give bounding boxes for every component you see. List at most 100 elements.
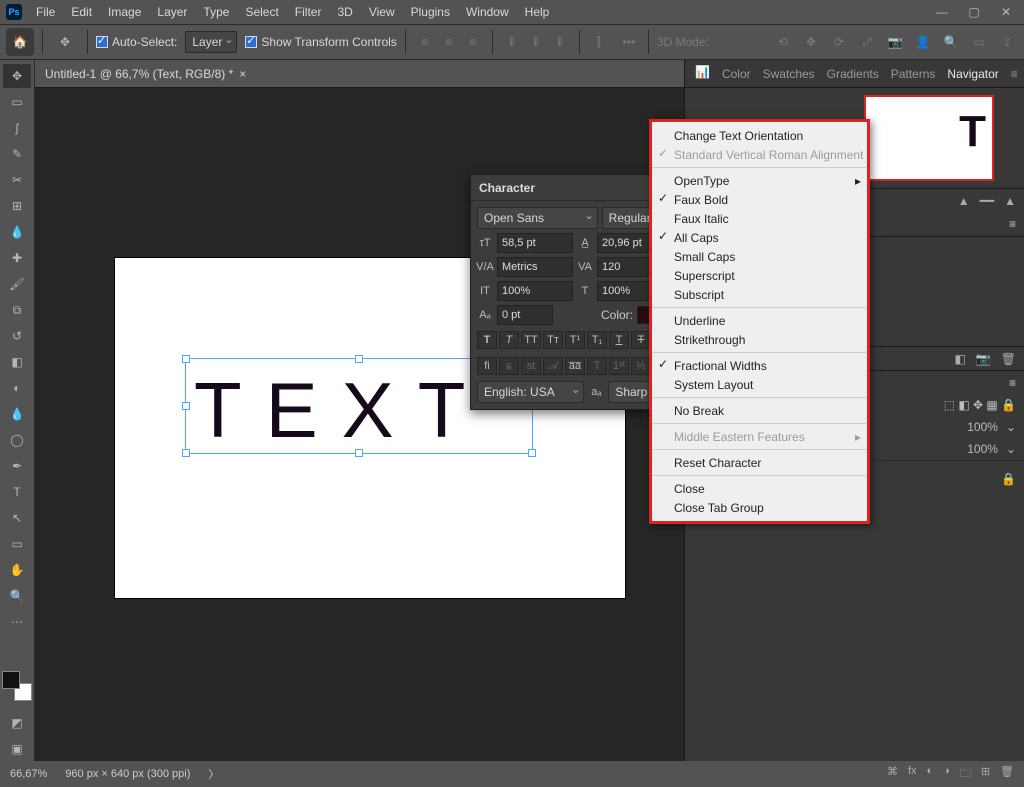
document-tab[interactable]: Untitled-1 @ 66,7% (Text, RGB/8) * × bbox=[35, 60, 256, 87]
menu-plugins[interactable]: Plugins bbox=[405, 3, 456, 21]
edit-toolbar[interactable]: ⋯ bbox=[3, 610, 31, 634]
flyout-item[interactable]: Superscript bbox=[652, 266, 867, 285]
healing-tool[interactable]: ✚ bbox=[3, 246, 31, 270]
distribute-vcenter-icon[interactable]: ⫴ bbox=[525, 31, 547, 53]
marquee-tool[interactable]: ▭ bbox=[3, 90, 31, 114]
distribute-top-icon[interactable]: ⫴ bbox=[501, 31, 523, 53]
pan-icon[interactable]: ✥ bbox=[800, 31, 822, 53]
lock-icon[interactable]: 🔒 bbox=[1001, 472, 1016, 486]
link-icon[interactable]: ⌘ bbox=[887, 765, 898, 784]
distribute-bottom-icon[interactable]: ⫴ bbox=[549, 31, 571, 53]
tab-swatches[interactable]: Swatches bbox=[763, 67, 815, 81]
dodge-tool[interactable]: ◯ bbox=[3, 428, 31, 452]
flyout-item[interactable]: ✓Fractional Widths bbox=[652, 356, 867, 375]
menu-image[interactable]: Image bbox=[102, 3, 147, 21]
flyout-item[interactable]: System Layout bbox=[652, 375, 867, 394]
zoom-out-icon[interactable]: ▲ bbox=[958, 194, 970, 208]
eyedropper-tool[interactable]: 💧 bbox=[3, 220, 31, 244]
show-transform-checkbox[interactable]: Show Transform Controls bbox=[245, 35, 396, 49]
stamp-tool[interactable]: ⧉ bbox=[3, 298, 31, 322]
ordinals-button[interactable]: 1ˢᵗ bbox=[609, 357, 629, 375]
foreground-color-swatch[interactable] bbox=[2, 671, 20, 689]
new-layer-icon[interactable]: ⊞ bbox=[981, 765, 990, 784]
align-right-icon[interactable]: ≡ bbox=[462, 31, 484, 53]
share-icon[interactable]: ⇪ bbox=[996, 31, 1018, 53]
flyout-item[interactable]: ✓All Caps bbox=[652, 228, 867, 247]
blur-tool[interactable]: 💧 bbox=[3, 402, 31, 426]
flyout-item[interactable]: Close Tab Group bbox=[652, 498, 867, 517]
camera-icon[interactable]: 📷 bbox=[976, 352, 991, 366]
menu-type[interactable]: Type bbox=[197, 3, 235, 21]
orbit-icon[interactable]: ⟲ bbox=[772, 31, 794, 53]
minimize-button[interactable]: — bbox=[930, 2, 954, 22]
transform-handle[interactable] bbox=[182, 402, 190, 410]
align-to-icon[interactable]: ⫿ bbox=[588, 31, 610, 53]
flyout-item[interactable]: ✓Faux Bold bbox=[652, 190, 867, 209]
adjustment-icon[interactable]: ◑ bbox=[943, 765, 950, 784]
font-family-select[interactable]: Open Sans bbox=[477, 207, 598, 229]
new-adjustment-icon[interactable]: ◧ bbox=[954, 352, 965, 366]
align-left-icon[interactable]: ≡ bbox=[414, 31, 436, 53]
flyout-item[interactable]: OpenType▸ bbox=[652, 171, 867, 190]
zoom-level[interactable]: 66,67% bbox=[10, 768, 47, 780]
color-swatches[interactable] bbox=[2, 671, 32, 701]
rotate-icon[interactable]: ⟳ bbox=[828, 31, 850, 53]
contextual-alt-button[interactable]: ɕ bbox=[499, 357, 519, 375]
user-icon[interactable]: 👤 bbox=[912, 31, 934, 53]
strikethrough-button[interactable]: T bbox=[631, 331, 651, 349]
auto-select-checkbox[interactable]: Auto-Select: bbox=[96, 35, 177, 49]
menu-select[interactable]: Select bbox=[239, 3, 284, 21]
baseline-shift-input[interactable]: 0 pt bbox=[497, 305, 553, 325]
fill-value[interactable]: 100% bbox=[967, 442, 998, 456]
close-tab-icon[interactable]: × bbox=[239, 67, 246, 81]
group-icon[interactable]: 🗀 bbox=[960, 765, 971, 784]
tab-color[interactable]: Color bbox=[722, 67, 751, 81]
flyout-item[interactable]: Close bbox=[652, 479, 867, 498]
menu-3d[interactable]: 3D bbox=[331, 3, 358, 21]
path-select-tool[interactable]: ↖ bbox=[3, 506, 31, 530]
scale-icon[interactable]: ⤢ bbox=[856, 31, 878, 53]
zoom-slider-icon[interactable]: ━━ bbox=[980, 194, 994, 208]
transform-handle[interactable] bbox=[182, 355, 190, 363]
superscript-button[interactable]: T¹ bbox=[565, 331, 585, 349]
stylistic-alt-button[interactable]: a̅a̅ bbox=[565, 357, 585, 375]
mask-icon[interactable]: ◐ bbox=[927, 765, 934, 784]
move-tool-icon[interactable]: ✥ bbox=[51, 28, 79, 56]
menu-window[interactable]: Window bbox=[460, 3, 515, 21]
align-center-icon[interactable]: ≡ bbox=[438, 31, 460, 53]
fractions-button[interactable]: ½ bbox=[631, 357, 651, 375]
crop-tool[interactable]: ✂ bbox=[3, 168, 31, 192]
panel-menu-icon[interactable]: ≡ bbox=[1011, 67, 1018, 81]
brush-tool[interactable]: 🖌 bbox=[3, 272, 31, 296]
underline-button[interactable]: T bbox=[609, 331, 629, 349]
search-icon[interactable]: 🔍 bbox=[940, 31, 962, 53]
titling-button[interactable]: T bbox=[587, 357, 607, 375]
zoom-tool[interactable]: 🔍 bbox=[3, 584, 31, 608]
auto-select-target-select[interactable]: Layer bbox=[185, 31, 237, 53]
font-size-input[interactable]: 58,5 pt bbox=[497, 233, 573, 253]
swash-button[interactable]: 𝒜 bbox=[543, 357, 563, 375]
move-tool[interactable]: ✥ bbox=[3, 64, 31, 88]
flyout-item[interactable]: Underline bbox=[652, 311, 867, 330]
panel-menu-icon[interactable]: ≡ bbox=[1009, 217, 1016, 231]
eraser-tool[interactable]: ◧ bbox=[3, 350, 31, 374]
allcaps-button[interactable]: TT bbox=[521, 331, 541, 349]
close-button[interactable]: ✕ bbox=[994, 2, 1018, 22]
menu-filter[interactable]: Filter bbox=[289, 3, 328, 21]
delete-icon[interactable]: 🗑 bbox=[1000, 765, 1014, 784]
italic-button[interactable]: T bbox=[499, 331, 519, 349]
vertical-scale-input[interactable]: 100% bbox=[497, 281, 573, 301]
panel-menu-icon[interactable]: ≡ bbox=[1009, 376, 1016, 390]
pen-tool[interactable]: ✒ bbox=[3, 454, 31, 478]
transform-handle[interactable] bbox=[355, 355, 363, 363]
flyout-item[interactable]: No Break bbox=[652, 401, 867, 420]
menu-view[interactable]: View bbox=[363, 3, 401, 21]
camera-icon[interactable]: 📷 bbox=[884, 31, 906, 53]
transform-handle[interactable] bbox=[182, 449, 190, 457]
more-options-icon[interactable]: ••• bbox=[618, 31, 640, 53]
flyout-item[interactable]: Change Text Orientation bbox=[652, 126, 867, 145]
canvas-text[interactable]: TEXT bbox=[194, 365, 489, 456]
language-select[interactable]: English: USA bbox=[477, 381, 584, 403]
navigator-thumbnail[interactable]: T bbox=[864, 95, 994, 181]
hand-tool[interactable]: ✋ bbox=[3, 558, 31, 582]
